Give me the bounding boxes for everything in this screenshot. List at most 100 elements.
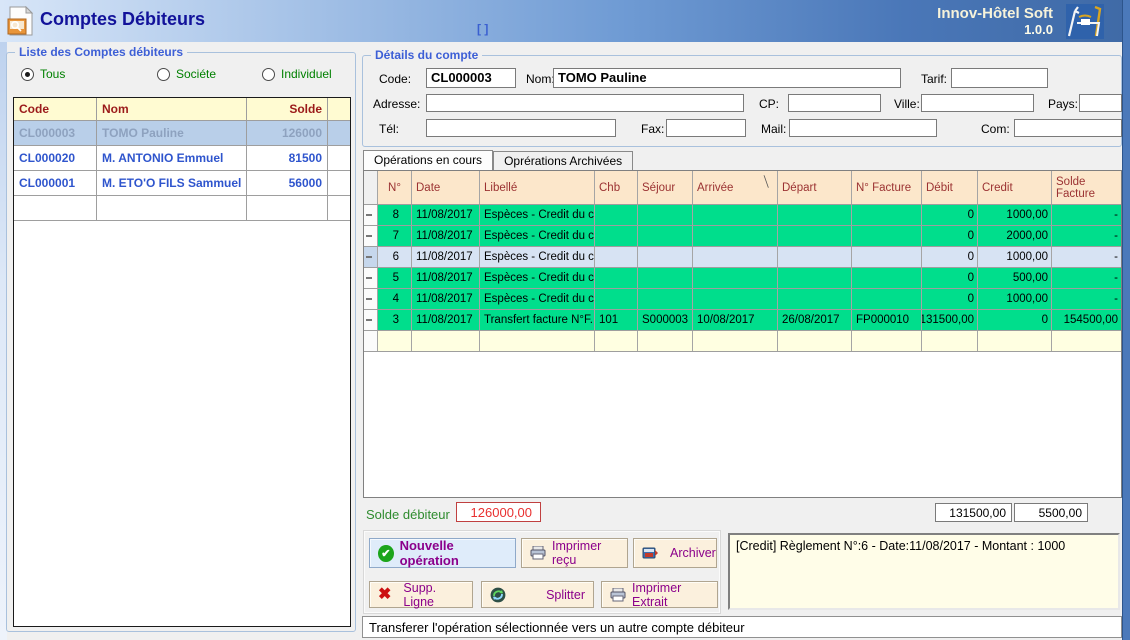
operations-tabstrip: Opérations en cours Oprérations Archivée… (363, 150, 633, 170)
cell-facture (852, 331, 922, 351)
cell-depart (778, 289, 852, 309)
cell-arrivee (693, 247, 778, 267)
split-button[interactable]: Splitter (481, 581, 594, 608)
operation-row[interactable]: 3 11/08/2017 Transfert facture N°F... 10… (364, 310, 1121, 331)
mail-field[interactable] (789, 119, 937, 137)
total-debit-value: 131500,00 (935, 503, 1012, 522)
cell-debit: 131500,00 (922, 310, 978, 330)
operation-row[interactable]: 4 11/08/2017 Espèces - Credit du c... 0 … (364, 289, 1121, 310)
cell-n: 5 (378, 268, 412, 288)
accounts-empty-row[interactable] (14, 196, 350, 221)
ville-field[interactable] (921, 94, 1034, 112)
grid-col-facture[interactable]: N° Facture (852, 171, 922, 204)
accounts-header-row: Code Nom Solde (14, 98, 350, 121)
grid-col-chb[interactable]: Chb (595, 171, 638, 204)
adresse-field[interactable] (426, 94, 744, 112)
cell-depart (778, 205, 852, 225)
ville-label: Ville: (894, 97, 920, 111)
grid-col-solde-facture[interactable]: Solde Facture (1052, 171, 1121, 204)
accounts-col-solde[interactable]: Solde (247, 98, 328, 120)
cell-solde: - (1052, 226, 1121, 246)
account-cell-filler (328, 121, 350, 145)
account-cell-code: CL000020 (14, 146, 97, 170)
cell-sejour (638, 247, 693, 267)
account-cell-code: CL000003 (14, 121, 97, 145)
archive-button[interactable]: Archiver (633, 538, 717, 568)
new-operation-label: Nouvelle opération (400, 538, 507, 568)
filter-radio-tous[interactable]: Tous (21, 67, 65, 81)
buttons-panel: ✔ Nouvelle opération Imprimer reçu Archi… (363, 530, 721, 614)
cell-arrivee (693, 205, 778, 225)
grid-col-n[interactable]: N° (378, 171, 412, 204)
code-field[interactable]: CL000003 (426, 68, 516, 88)
cell-libelle: Espèces - Credit du c... (480, 289, 595, 309)
account-row[interactable]: CL000001 M. ETO'O FILS Sammuel 56000 (14, 171, 350, 196)
cell-sejour: S000003 (638, 310, 693, 330)
operation-row[interactable]: 8 11/08/2017 Espèces - Credit du c... 0 … (364, 205, 1121, 226)
grid-col-depart[interactable]: Départ (778, 171, 852, 204)
print-statement-label: Imprimer Extrait (632, 581, 709, 609)
account-row[interactable]: CL000020 M. ANTONIO Emmuel 81500 (14, 146, 350, 171)
row-header-cell (364, 331, 378, 351)
cp-field[interactable] (788, 94, 881, 112)
tarif-field[interactable] (951, 68, 1048, 88)
cell-date: 11/08/2017 (412, 205, 480, 225)
com-field[interactable] (1014, 119, 1122, 137)
app-name: Innov-Hôtel Soft (833, 5, 1053, 22)
fax-field[interactable] (666, 119, 746, 137)
grid-col-arrivee[interactable]: Arrivée╲ (693, 171, 778, 204)
delete-line-button[interactable]: ✖ Supp. Ligne (369, 581, 473, 608)
operation-info-box: [Credit] Règlement N°:6 - Date:11/08/201… (728, 533, 1120, 610)
cell-debit (922, 331, 978, 351)
cell-debit: 0 (922, 268, 978, 288)
print-receipt-button[interactable]: Imprimer reçu (521, 538, 628, 568)
grid-empty-row[interactable] (364, 331, 1121, 352)
cell-n: 6 (378, 247, 412, 267)
grid-col-libelle[interactable]: Libellé (480, 171, 595, 204)
filter-radio-societe[interactable]: Sociéte (157, 67, 216, 81)
account-row[interactable]: CL000003 TOMO Pauline 126000 (14, 121, 350, 146)
delete-line-label: Supp. Ligne (403, 581, 464, 609)
grid-corner-cell (364, 171, 378, 204)
row-header-cell (364, 247, 378, 267)
operation-row[interactable]: 7 11/08/2017 Espèces - Credit du c... 0 … (364, 226, 1121, 247)
cell-chb (595, 268, 638, 288)
sort-indicator-icon: ╲ (762, 177, 770, 190)
total-credit-value: 5500,00 (1014, 503, 1088, 522)
details-group-label: Détails du compte (371, 48, 482, 62)
operation-row[interactable]: 5 11/08/2017 Espèces - Credit du c... 0 … (364, 268, 1121, 289)
cell-chb (595, 331, 638, 351)
tab-operations-en-cours[interactable]: Opérations en cours (363, 150, 493, 170)
tab-operations-archivees[interactable]: Oprérations Archivées (493, 151, 633, 170)
account-cell-solde: 81500 (247, 146, 328, 170)
account-cell-filler (328, 171, 350, 195)
tel-field[interactable] (426, 119, 616, 137)
accounts-col-nom[interactable]: Nom (97, 98, 247, 120)
pays-field[interactable] (1079, 94, 1122, 112)
account-cell-nom (97, 196, 247, 220)
grid-col-sejour[interactable]: Séjour (638, 171, 693, 204)
nom-field[interactable]: TOMO Pauline (553, 68, 901, 88)
new-operation-button[interactable]: ✔ Nouvelle opération (369, 538, 516, 568)
cell-credit: 2000,00 (978, 226, 1052, 246)
cell-chb (595, 289, 638, 309)
cell-n: 7 (378, 226, 412, 246)
grid-col-date[interactable]: Date (412, 171, 480, 204)
cell-facture (852, 268, 922, 288)
document-preview-icon (7, 6, 34, 36)
print-statement-button[interactable]: Imprimer Extrait (601, 581, 718, 608)
grid-col-debit[interactable]: Débit (922, 171, 978, 204)
window-titlebar: Comptes Débiteurs [ ] Innov-Hôtel Soft 1… (0, 0, 1130, 42)
cell-sejour (638, 268, 693, 288)
cell-depart (778, 226, 852, 246)
cell-facture (852, 205, 922, 225)
accounts-table: Code Nom Solde CL000003 TOMO Pauline 126… (13, 97, 351, 627)
operation-row-selected[interactable]: 6 11/08/2017 Espèces - Credit du c... 0 … (364, 247, 1121, 268)
app-version: 1.0.0 (833, 22, 1053, 37)
accounts-col-code[interactable]: Code (14, 98, 97, 120)
account-cell-code: CL000001 (14, 171, 97, 195)
grid-col-credit[interactable]: Credit (978, 171, 1052, 204)
accounts-groupbox: Liste des Comptes débiteurs Tous Sociéte… (6, 52, 356, 632)
archive-label: Archiver (670, 546, 716, 560)
filter-radio-individuel[interactable]: Individuel (262, 67, 332, 81)
